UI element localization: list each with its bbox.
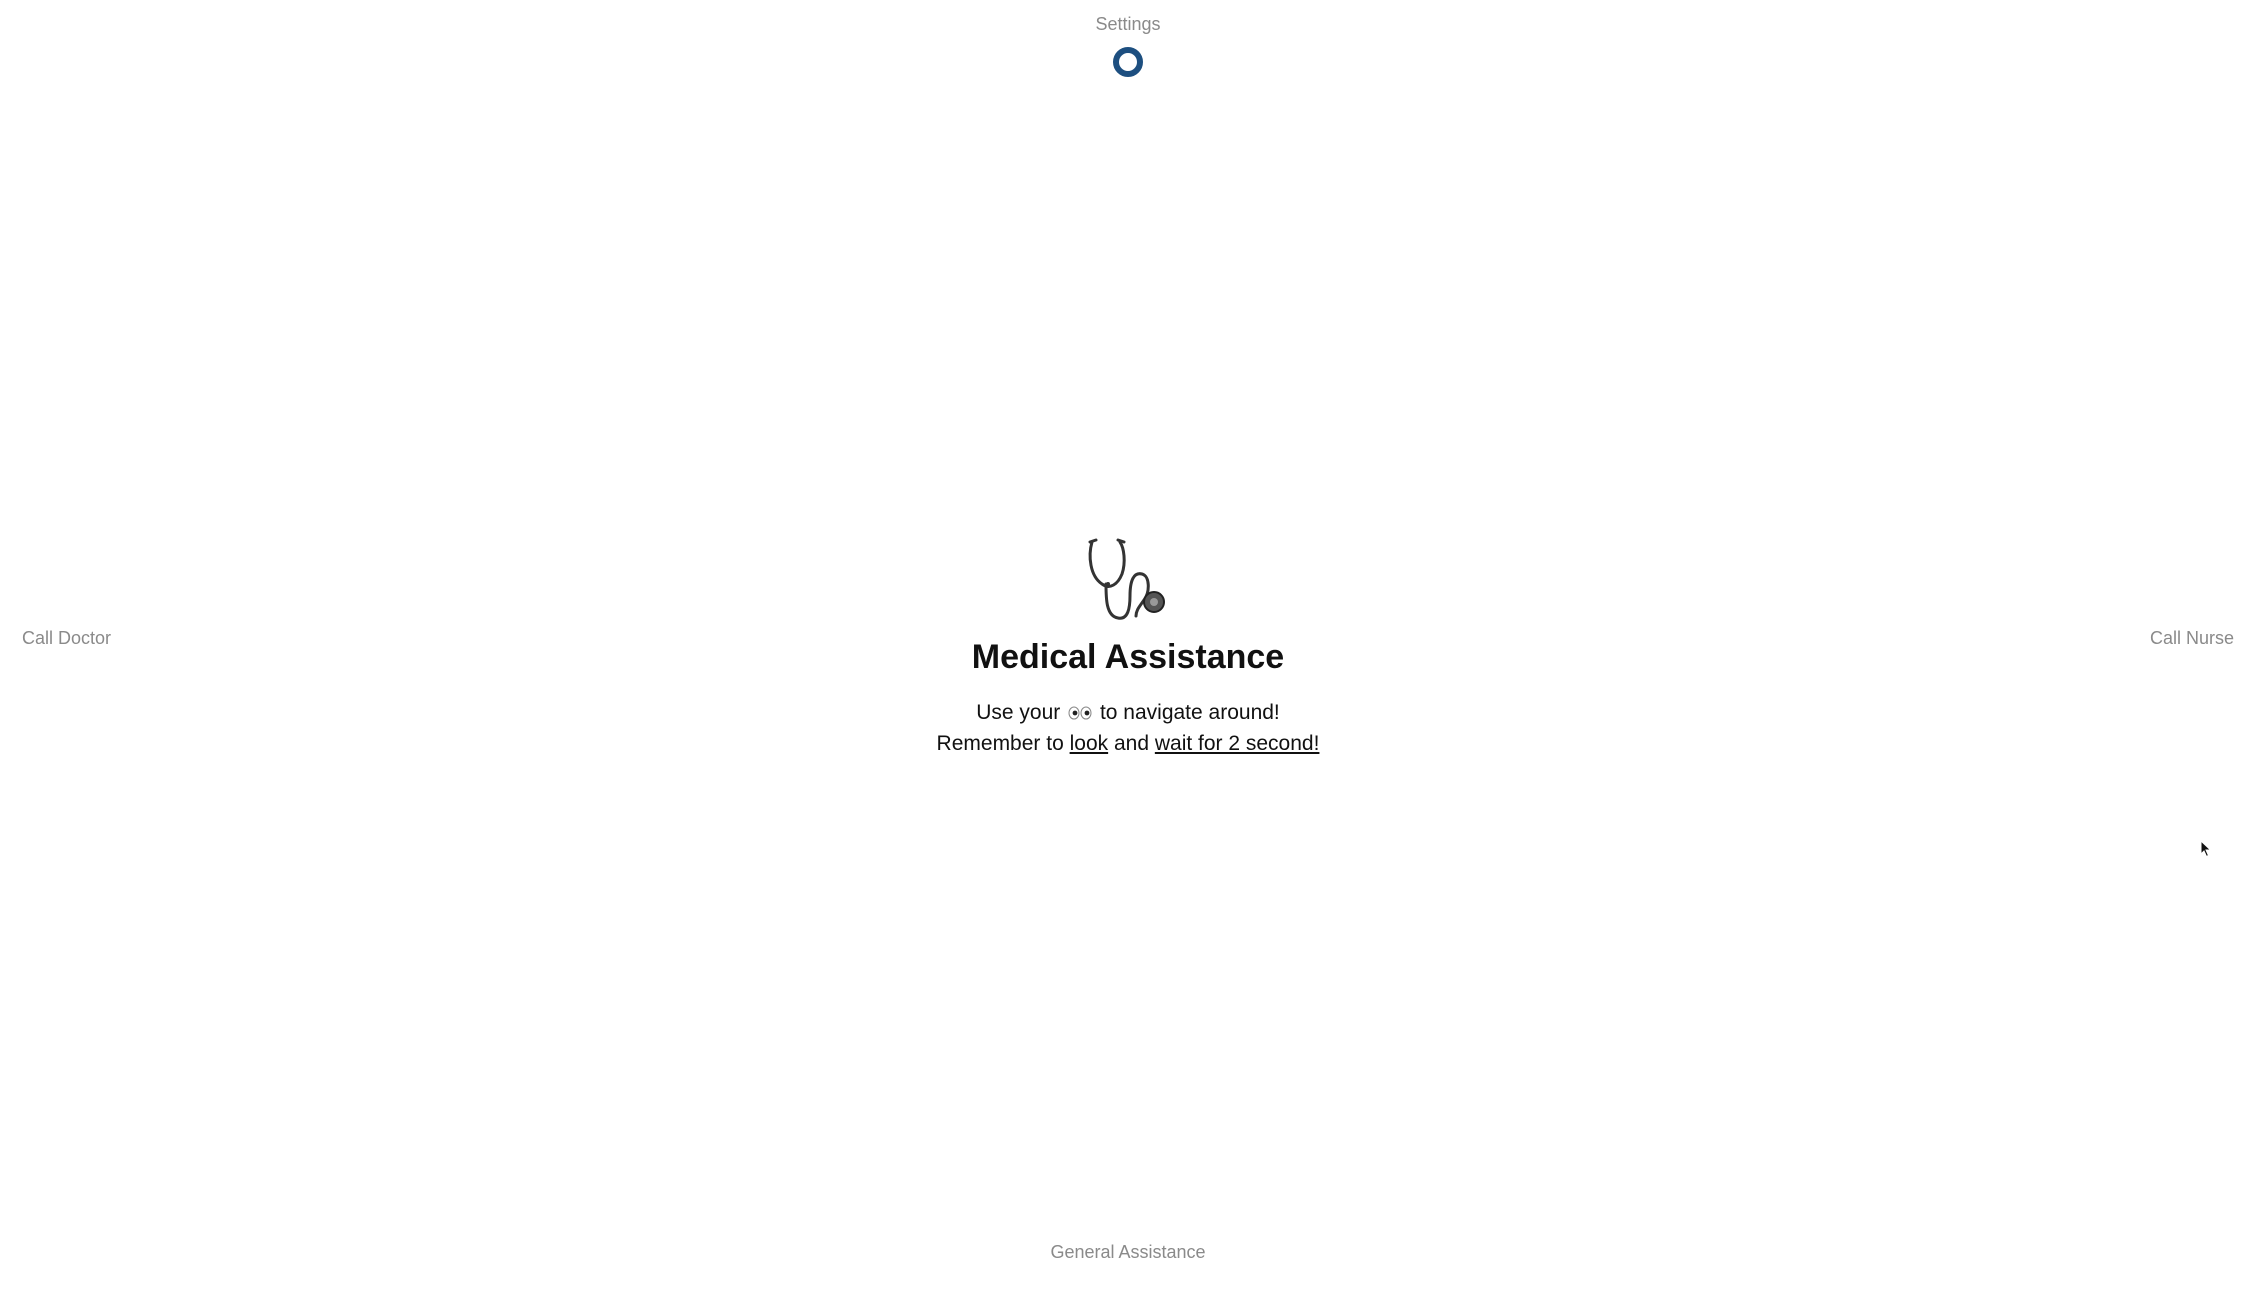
main-panel: Medical Assistance Use your to navigate … [0,536,2256,759]
page-title: Medical Assistance [971,638,1285,676]
wait-emphasis: wait for 2 second! [1154,732,1320,755]
instruction-line-2: Remember to look and wait for 2 second! [0,728,2256,759]
instructions: Use your to navigate around! Remember to… [0,697,2256,759]
mouse-cursor-icon [2200,840,2212,858]
general-assistance-nav[interactable]: General Assistance [1050,1242,1205,1263]
eyes-icon [1068,706,1092,720]
instruction-text: Use your [976,701,1061,724]
gaze-indicator [1113,47,1143,77]
stethoscope-icon [1088,538,1165,620]
instruction-line-1: Use your to navigate around! [0,697,2256,728]
page: Settings Call Doctor Call Nurse General … [0,0,2256,1306]
instruction-text: Remember to [936,732,1070,755]
instruction-text: to navigate around! [1099,701,1280,724]
settings-nav[interactable]: Settings [1095,14,1160,35]
look-emphasis: look [1069,732,1109,755]
instruction-text: and [1108,732,1155,755]
